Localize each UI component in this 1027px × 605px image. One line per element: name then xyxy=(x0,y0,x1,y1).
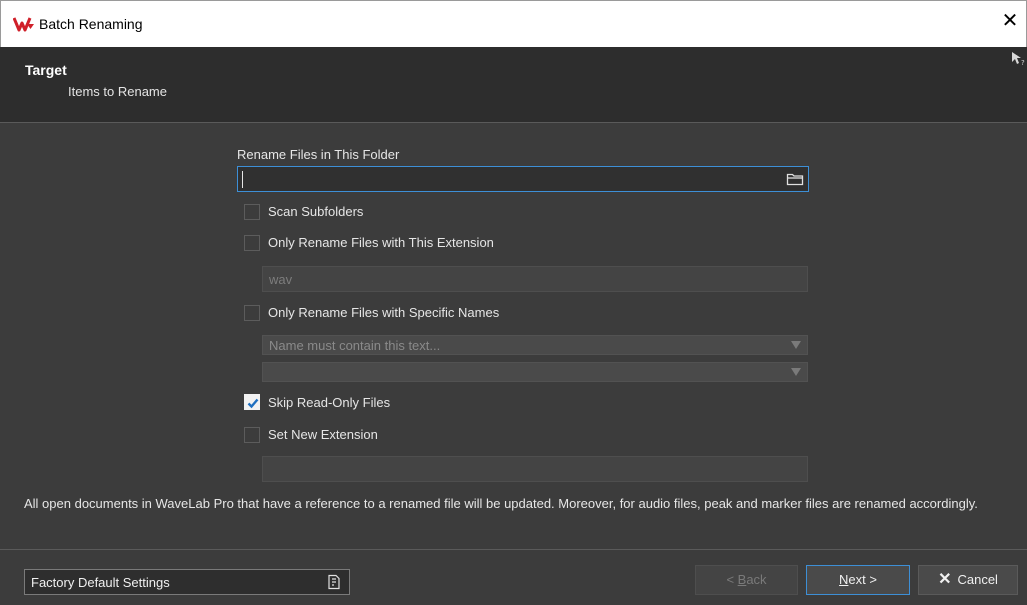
set-new-extension-label: Set New Extension xyxy=(268,427,378,442)
dropdown-arrow-icon xyxy=(791,368,801,376)
close-icon[interactable]: ✕ xyxy=(1000,11,1020,31)
only-extension-checkbox[interactable] xyxy=(244,235,260,251)
extension-value: wav xyxy=(269,272,293,287)
new-extension-input[interactable] xyxy=(262,456,808,482)
set-new-extension-checkbox[interactable] xyxy=(244,427,260,443)
folder-path-input[interactable] xyxy=(237,166,809,192)
folder-label: Rename Files in This Folder xyxy=(237,147,400,162)
next-button[interactable]: Next > xyxy=(806,565,910,595)
back-button[interactable]: < Back xyxy=(695,565,798,595)
footer: Factory Default Settings < Back Next > ✕… xyxy=(0,549,1027,605)
only-extension-label: Only Rename Files with This Extension xyxy=(268,235,494,250)
main-panel: Rename Files in This Folder Scan Subfold… xyxy=(0,124,1027,549)
back-label-rest: ack xyxy=(746,572,767,587)
wavelab-logo-icon xyxy=(13,17,34,32)
cancel-button[interactable]: ✕ Cancel xyxy=(918,565,1018,595)
back-label-prefix: < xyxy=(726,572,738,587)
dropdown-arrow-icon xyxy=(791,341,801,349)
skip-readonly-label: Skip Read-Only Files xyxy=(268,395,391,410)
skip-readonly-checkbox[interactable] xyxy=(244,394,260,410)
title-bar: Batch Renaming ✕ xyxy=(0,0,1027,47)
name-filter-combo-2[interactable] xyxy=(262,362,808,382)
name-filter-combo-1[interactable]: Name must contain this text... xyxy=(262,335,808,355)
page-subtitle: Items to Rename xyxy=(68,84,167,99)
wizard-header: Target Items to Rename ? xyxy=(0,47,1027,123)
preset-label: Factory Default Settings xyxy=(31,575,170,590)
only-specific-names-checkbox[interactable] xyxy=(244,305,260,321)
info-note: All open documents in WaveLab Pro that h… xyxy=(24,496,978,511)
preset-menu-icon[interactable] xyxy=(327,574,341,590)
next-label-key: N xyxy=(839,572,849,587)
folder-icon[interactable] xyxy=(786,171,804,187)
text-caret xyxy=(242,171,243,188)
checkmark-icon xyxy=(247,398,259,409)
whats-this-icon[interactable]: ? xyxy=(1011,51,1025,67)
window-title: Batch Renaming xyxy=(39,16,143,32)
next-label-rest: ext > xyxy=(848,572,877,587)
only-specific-names-label: Only Rename Files with Specific Names xyxy=(268,305,500,320)
name-filter-combo-1-value: Name must contain this text... xyxy=(269,338,441,353)
extension-input[interactable]: wav xyxy=(262,266,808,292)
preset-selector[interactable]: Factory Default Settings xyxy=(24,569,350,595)
page-title: Target xyxy=(25,62,67,78)
scan-subfolders-label: Scan Subfolders xyxy=(268,204,364,219)
svg-text:?: ? xyxy=(1021,59,1025,67)
cancel-x-icon: ✕ xyxy=(938,571,952,588)
cancel-label: Cancel xyxy=(957,572,998,587)
scan-subfolders-checkbox[interactable] xyxy=(244,204,260,220)
